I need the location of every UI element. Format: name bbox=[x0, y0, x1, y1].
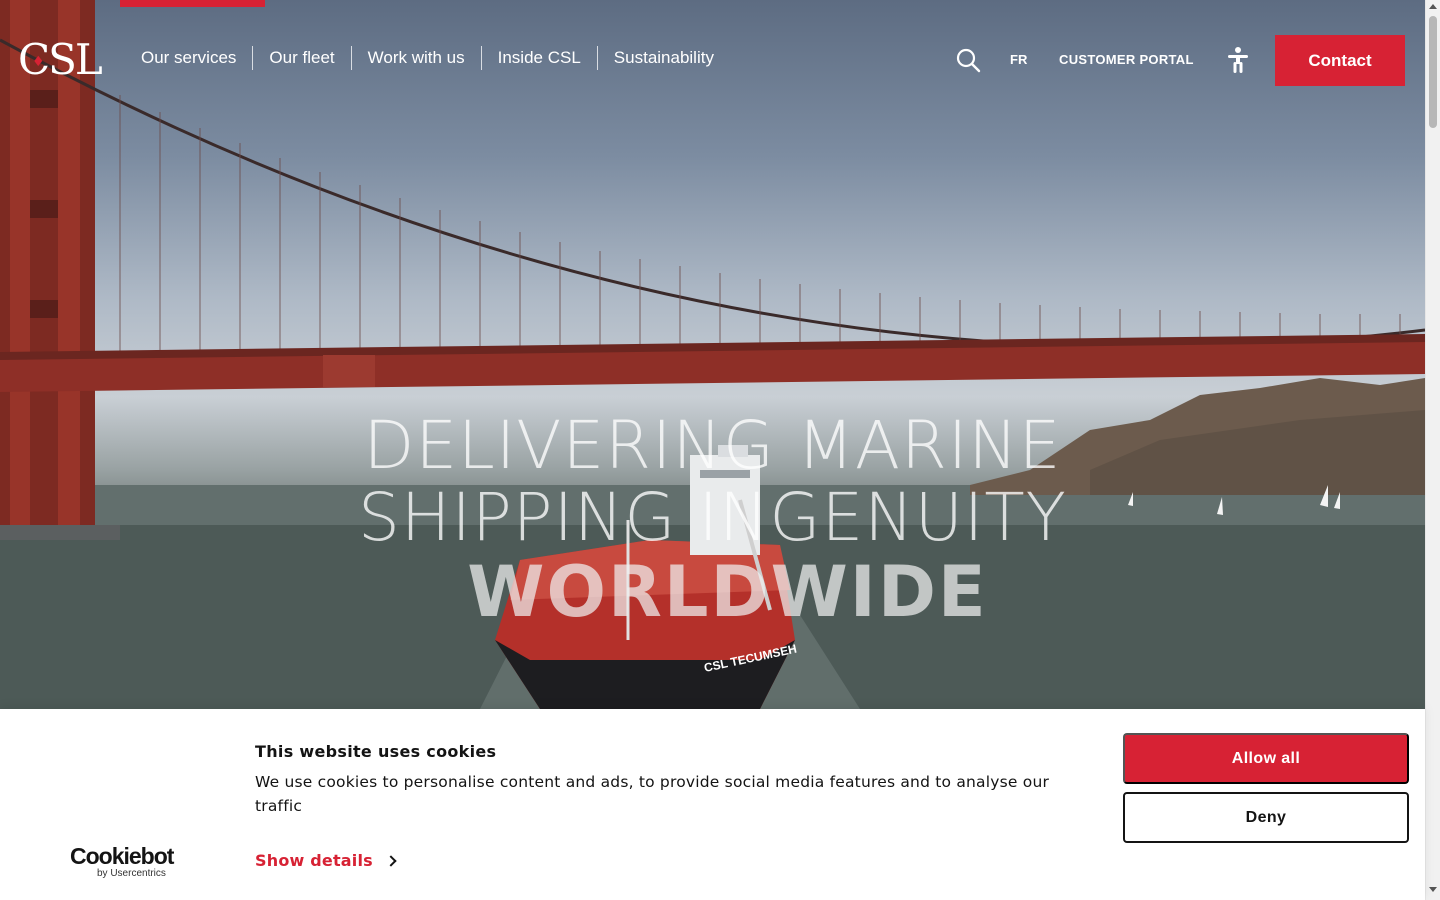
contact-button[interactable]: Contact bbox=[1275, 35, 1405, 86]
cookie-title: This website uses cookies bbox=[255, 742, 497, 761]
cookiebot-logo[interactable]: Cookiebot by Usercentrics bbox=[70, 844, 180, 879]
nav-sustainability[interactable]: Sustainability bbox=[598, 46, 730, 70]
cookiebot-logo-sub: by Usercentrics bbox=[97, 868, 166, 879]
accessibility-icon[interactable] bbox=[1226, 46, 1250, 74]
show-details-label: Show details bbox=[255, 851, 373, 870]
customer-portal-link[interactable]: CUSTOMER PORTAL bbox=[1059, 52, 1194, 67]
hero-line-2: SHIPPING INGENUITY bbox=[357, 479, 1067, 556]
hero-headline: DELIVERING MARINE SHIPPING INGENUITY WOR… bbox=[0, 407, 1425, 633]
scroll-up-icon[interactable] bbox=[1429, 4, 1437, 9]
language-switch-fr[interactable]: FR bbox=[1010, 52, 1027, 67]
allow-all-button[interactable]: Allow all bbox=[1123, 733, 1409, 784]
cookiebot-logo-main: Cookiebot bbox=[70, 843, 174, 869]
active-nav-indicator bbox=[120, 0, 265, 7]
csl-logo[interactable]: ♦ CSL bbox=[18, 34, 103, 84]
hero-line-1: DELIVERING MARINE bbox=[363, 407, 1062, 484]
page-scrollbar[interactable] bbox=[1425, 0, 1440, 900]
nav-inside-csl[interactable]: Inside CSL bbox=[482, 46, 598, 70]
chevron-right-icon bbox=[385, 854, 397, 867]
logo-text: CSL bbox=[18, 34, 103, 84]
search-icon[interactable] bbox=[955, 47, 981, 73]
hero-line-3: WORLDWIDE bbox=[445, 551, 988, 633]
hero-line-3-text: WORLDWIDE bbox=[467, 551, 988, 633]
cookie-banner: Cookiebot by Usercentrics This website u… bbox=[0, 709, 1425, 900]
hero-section: CSL TECUMSEH DELIVERING MARINE SHIPPING … bbox=[0, 0, 1425, 709]
scroll-down-icon[interactable] bbox=[1429, 887, 1437, 892]
cookie-description: We use cookies to personalise content an… bbox=[255, 773, 1050, 815]
nav-work-with-us[interactable]: Work with us bbox=[352, 46, 482, 70]
main-nav: Our services Our fleet Work with us Insi… bbox=[125, 46, 730, 70]
deny-button[interactable]: Deny bbox=[1123, 792, 1409, 843]
maple-leaf-icon: ♦ bbox=[32, 54, 44, 70]
nav-our-services[interactable]: Our services bbox=[125, 46, 254, 70]
show-details-link[interactable]: Show details bbox=[255, 851, 397, 870]
scroll-thumb[interactable] bbox=[1429, 16, 1437, 128]
nav-our-fleet[interactable]: Our fleet bbox=[253, 46, 352, 70]
